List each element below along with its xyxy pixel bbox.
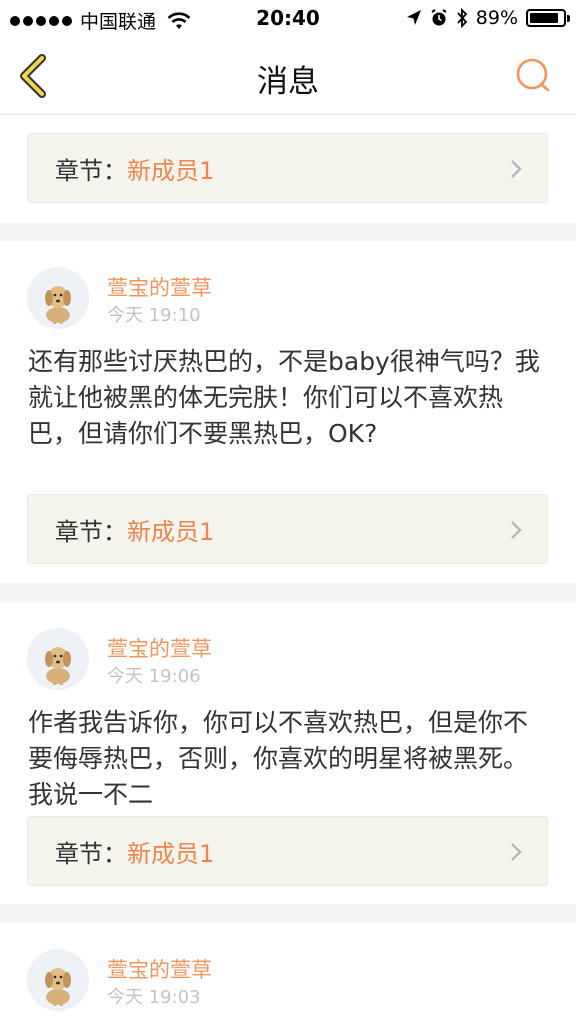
chapter-text: 章节：新成员1 — [55, 834, 214, 869]
chapter-link[interactable]: 章节：新成员1 — [27, 133, 548, 203]
avatar[interactable] — [27, 267, 89, 329]
chevron-right-icon — [511, 160, 522, 178]
user-name[interactable]: 萱宝的萱草 — [107, 633, 212, 663]
comment-text: 作者我告诉你，你可以不喜欢热巴，但是你不要侮辱热巴，否则，你喜欢的明星将被黑死。… — [28, 708, 529, 809]
puppy-avatar-icon — [27, 949, 89, 1011]
chapter-name: 新成员1 — [127, 157, 215, 185]
message-card-partial: 章节：新成员1 — [0, 115, 576, 223]
battery-percentage: 89% — [475, 7, 518, 29]
timestamp: 今天 19:03 — [107, 987, 201, 1008]
message-card: 萱宝的萱草 今天 19:06 作者我告诉你，你可以不喜欢热巴，但是你不要侮辱热巴… — [0, 602, 576, 904]
chapter-link[interactable]: 章节：新成员1 — [27, 816, 548, 886]
battery-icon — [526, 9, 570, 27]
chapter-name: 新成员1 — [127, 840, 215, 868]
chapter-text: 章节：新成员1 — [55, 151, 214, 186]
chevron-right-icon — [511, 521, 522, 539]
bluetooth-icon — [457, 8, 468, 28]
page-title: 消息 — [257, 64, 319, 100]
chapter-link[interactable]: 章节：新成员1 — [27, 494, 548, 564]
chapter-prefix: 章节： — [55, 518, 127, 546]
message-card: 萱宝的萱草 今天 19:10 还有那些讨厌热巴的，不是baby很神气吗？我就让他… — [0, 241, 576, 583]
chapter-text: 章节：新成员1 — [55, 512, 214, 547]
puppy-avatar-icon — [27, 628, 89, 690]
search-icon[interactable] — [514, 56, 552, 94]
user-name[interactable]: 萱宝的萱草 — [107, 954, 212, 984]
avatar[interactable] — [27, 949, 89, 1011]
chapter-name: 新成员1 — [127, 518, 215, 546]
status-right: 89% — [406, 7, 570, 29]
user-name[interactable]: 萱宝的萱草 — [107, 272, 212, 302]
timestamp: 今天 19:10 — [107, 305, 201, 326]
location-arrow-icon — [406, 10, 421, 25]
chevron-right-icon — [511, 843, 522, 861]
message-card: 萱宝的萱草 今天 19:03 — [0, 923, 576, 1024]
status-bar: 中国联通 20:40 89% — [0, 0, 576, 38]
timestamp: 今天 19:06 — [107, 666, 201, 687]
chapter-prefix: 章节： — [55, 157, 127, 185]
chapter-prefix: 章节： — [55, 840, 127, 868]
avatar[interactable] — [27, 628, 89, 690]
navigation-bar: 消息 — [0, 38, 576, 115]
puppy-avatar-icon — [27, 267, 89, 329]
comment-text: 还有那些讨厌热巴的，不是baby很神气吗？我就让他被黑的体无完肤！你们可以不喜欢… — [28, 347, 540, 448]
alarm-clock-icon — [431, 9, 447, 26]
